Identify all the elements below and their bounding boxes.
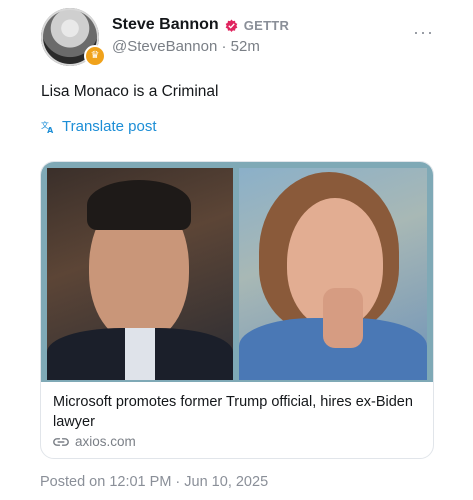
link-icon [53,437,69,447]
link-card-domain-row: axios.com [53,434,136,449]
link-card-title: Microsoft promotes former Trump official… [53,394,413,430]
posted-timestamp: Posted on 12:01 PM · Jun 10, 2025 [40,474,269,490]
translate-label: Translate post [62,118,157,135]
translate-icon: 文 A [41,120,55,134]
link-preview-card[interactable]: Microsoft promotes former Trump official… [40,161,434,459]
verified-icon [225,19,238,32]
post-text: Lisa Monaco is a Criminal [41,83,219,100]
translate-post-button[interactable]: 文 A Translate post [41,118,157,135]
author-handle[interactable]: @SteveBannon [112,38,217,55]
author-name-row: Steve Bannon GETTR [112,16,289,34]
svg-text:A: A [47,126,54,134]
handle-separator: · [221,38,231,55]
photo-right [239,168,427,380]
link-card-domain: axios.com [75,434,136,449]
platform-label: GETTR [243,17,290,33]
post-relative-time[interactable]: 52m [231,38,260,55]
ellipsis-icon[interactable]: ··· [413,22,434,43]
photo-left [47,168,233,380]
handle-row: @SteveBannon · 52m [112,38,260,55]
link-card-image [41,162,433,382]
author-display-name[interactable]: Steve Bannon [112,16,219,34]
avatar-crown-badge-icon: ♛ [84,45,106,67]
